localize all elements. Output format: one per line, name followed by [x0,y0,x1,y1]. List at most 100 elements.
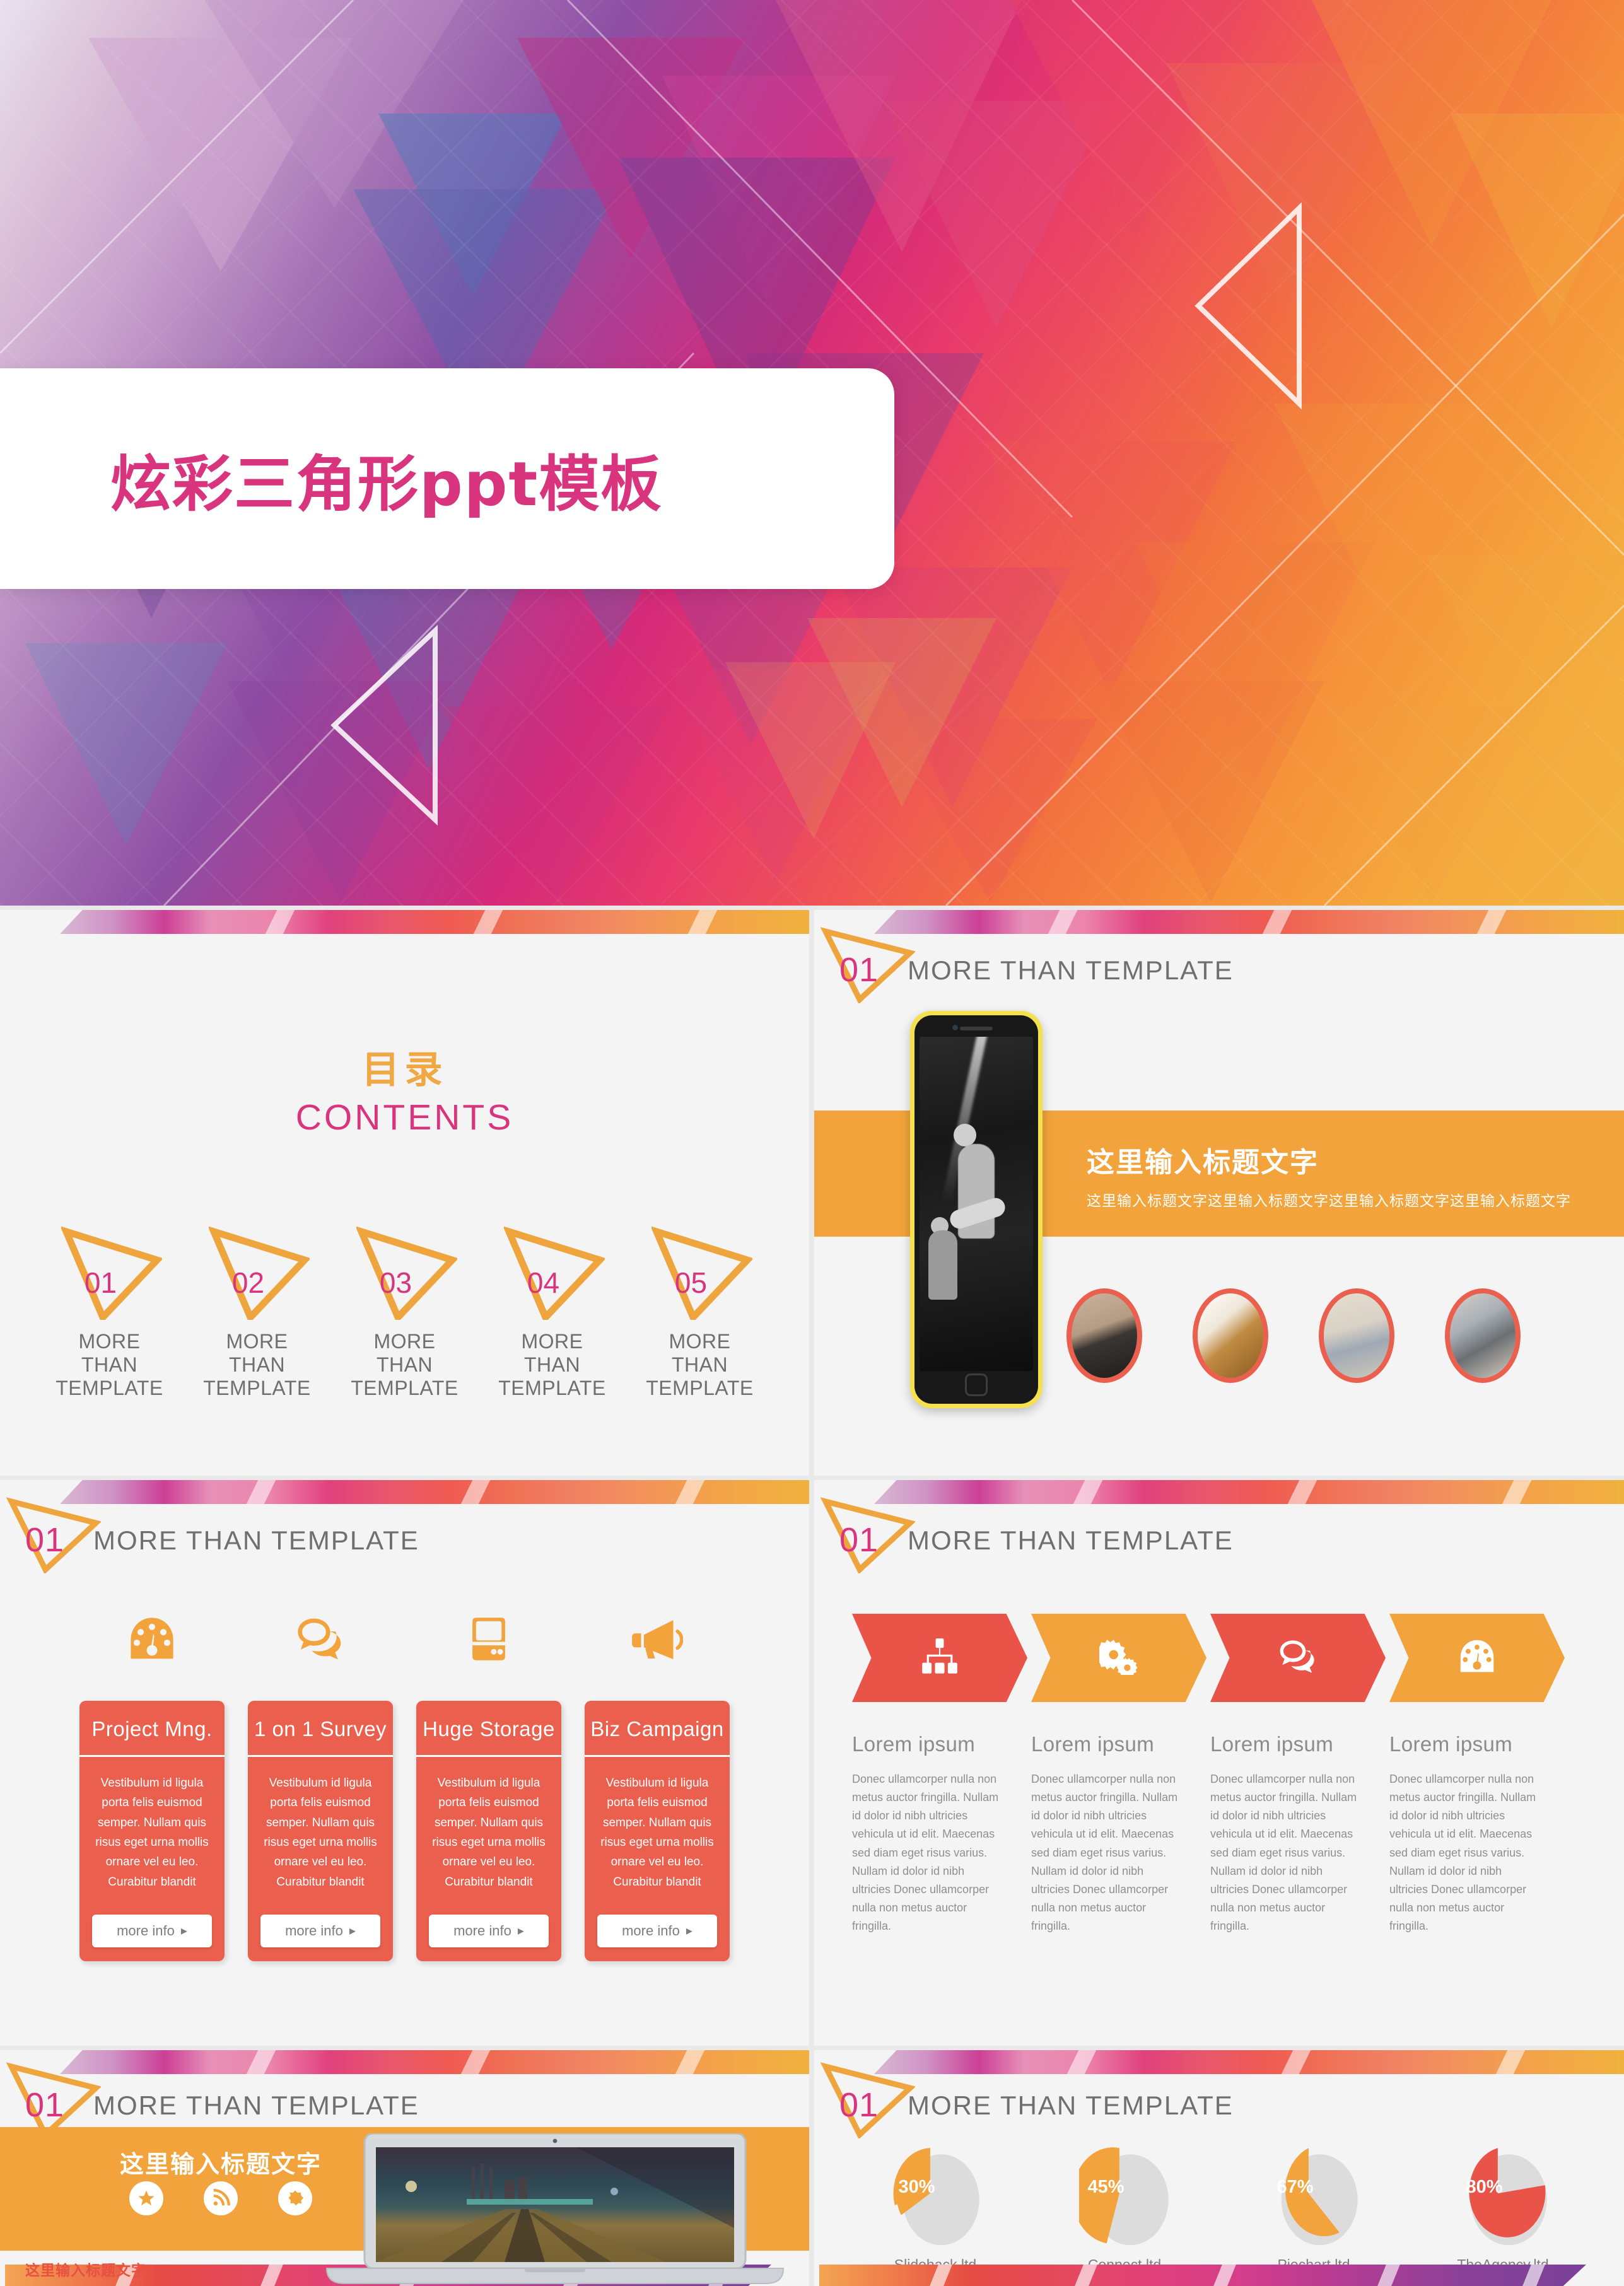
magazine-photo-thumbnail[interactable] [1193,1288,1268,1383]
more-info-button[interactable]: more info ▸ [597,1915,717,1948]
slide-number: 01 [25,2086,65,2124]
pie-percent-label: 67% [1276,2177,1314,2197]
gears-icon [1094,1638,1138,1678]
contents-item-number: 03 [379,1266,412,1299]
more-info-button[interactable]: more info ▸ [92,1915,212,1948]
phone-camera [952,1025,958,1030]
chevron-step-3[interactable] [1210,1614,1386,1702]
contents-item-01[interactable]: 01 MORE THAN TEMPLATE [50,1225,170,1400]
contents-item-number: 05 [674,1266,708,1299]
slide-title: MORE THAN TEMPLATE [93,1525,419,1555]
slide-cover: 炫彩三角形ppt模板 [0,0,1624,906]
column-body: Donec ullamcorper nulla non metus auctor… [1210,1773,1357,1933]
contents-item-line1: MORE THAN [669,1330,731,1377]
slide-process-arrows: 01 MORE THAN TEMPLATE Lorem ipsum Donec … [814,1480,1624,2046]
play-circle-icon: ▸ [686,1924,692,1939]
chevron-description-2: Lorem ipsum Donec ullamcorper nulla non … [1031,1732,1184,1935]
chat-bubbles-icon [1278,1638,1317,1678]
star-icon[interactable] [129,2181,163,2215]
column-title: Lorem ipsum [1389,1732,1513,1756]
chevron-step-4[interactable] [1389,1614,1565,1702]
contents-item-line2: TEMPLATE [55,1377,163,1400]
contents-item-05[interactable]: 05 MORE THAN TEMPLATE [640,1225,760,1400]
slide-header: 01 MORE THAN TEMPLATE [0,1497,809,1573]
page-title: 炫彩三角形ppt模板 [110,448,663,520]
column-title: Lorem ipsum [1210,1732,1334,1756]
phone-slide-title: 这里输入标题文字 [1087,1146,1319,1179]
desk-hands-photo-thumbnail[interactable] [1445,1288,1521,1383]
card-body: Vestibulum id ligula porta felis euismod… [95,1776,209,1889]
phone-screen-image [920,1037,1033,1371]
contents-item-line2: TEMPLATE [646,1377,754,1400]
top-decor-strip [814,1480,1624,1504]
contents-item-label: MORE THAN TEMPLATE [345,1330,465,1400]
cover-title-card: 炫彩三角形ppt模板 [0,368,894,589]
card-title: Biz Campaign [585,1701,730,1757]
more-info-button[interactable]: more info ▸ [260,1915,380,1948]
feature-card[interactable]: Huge Storage Vestibulum id ligula porta … [416,1701,561,1962]
card-body: Vestibulum id ligula porta felis euismod… [600,1776,714,1889]
triangle-outline-icon: 05 [640,1225,760,1326]
feature-card[interactable]: Biz Campaign Vestibulum id ligula porta … [585,1701,730,1962]
storage-icon [416,1616,561,1665]
play-circle-icon: ▸ [349,1924,356,1939]
phone-speaker [960,1027,993,1030]
megaphone-icon [585,1616,730,1665]
contents-item-line2: TEMPLATE [498,1377,606,1400]
pie-percent-label: 30% [898,2177,935,2197]
contents-item-04[interactable]: 04 MORE THAN TEMPLATE [493,1225,612,1400]
slide-title: MORE THAN TEMPLATE [93,2091,419,2120]
pie-chart-67: 67% [1268,2142,1360,2249]
contents-item-02[interactable]: 02 MORE THAN TEMPLATE [197,1225,317,1400]
slide-number: 01 [839,2086,879,2124]
contents-item-line1: MORE THAN [78,1330,141,1377]
play-circle-icon: ▸ [180,1924,187,1939]
slide-deck: 炫彩三角形ppt模板 目录 CONTENTS 01 MORE THAN TEMP… [0,0,1624,2286]
rss-icon[interactable] [204,2181,238,2215]
feature-card[interactable]: Project Mng. Vestibulum id ligula porta … [79,1701,225,1962]
contents-item-list: 01 MORE THAN TEMPLATE 02 MORE THAN TEMPL… [0,1225,809,1400]
more-info-button[interactable]: more info ▸ [429,1915,549,1948]
flower-icon[interactable] [278,2181,312,2215]
contents-item-number: 01 [84,1266,117,1299]
contents-item-line1: MORE THAN [521,1330,583,1377]
contents-item-line2: TEMPLATE [351,1377,459,1400]
column-body: Donec ullamcorper nulla non metus auctor… [1389,1773,1536,1933]
chevron-step-1[interactable] [852,1614,1027,1702]
top-decor-strip [0,1480,809,1504]
triangle-outline-icon: 03 [345,1225,465,1326]
card-icon-row [0,1616,809,1665]
slide-title: MORE THAN TEMPLATE [908,955,1234,985]
contents-heading-cn: 目录 [361,1048,448,1092]
feature-card[interactable]: 1 on 1 Survey Vestibulum id ligula porta… [248,1701,393,1962]
slide-number: 01 [839,951,879,989]
chevron-step-2[interactable] [1031,1614,1206,1702]
contents-item-03[interactable]: 03 MORE THAN TEMPLATE [345,1225,465,1400]
slide-cards: 01 MORE THAN TEMPLATE Project Mng. Vesti… [0,1480,809,2046]
bottom-decor-strip [814,2265,1624,2286]
more-info-label: more info [285,1923,343,1939]
slide-header: 01 MORE THAN TEMPLATE [0,2062,809,2138]
photo-thumbnail-row [1066,1288,1521,1383]
card-body: Vestibulum id ligula porta felis euismod… [264,1776,377,1889]
slide-pie-charts: 01 MORE THAN TEMPLATE 30% Slidehack.ltd … [814,2050,1624,2286]
chevron-description-1: Lorem ipsum Donec ullamcorper nulla non … [852,1732,1005,1935]
laptop-photo-thumbnail[interactable] [1319,1288,1394,1383]
slide-phone: 01 MORE THAN TEMPLATE 这里输入标题文字 这里输入标题文字这… [814,910,1624,1476]
phone-slide-subtitle: 这里输入标题文字这里输入标题文字这里输入标题文字这里输入标题文字 [1087,1193,1571,1210]
gauge-icon [79,1616,225,1665]
contents-item-label: MORE THAN TEMPLATE [197,1330,317,1400]
card-title: 1 on 1 Survey [248,1701,393,1757]
pie-chart-45: 45% [1072,2142,1171,2249]
triangle-outline-icon: 02 [197,1225,317,1326]
more-info-label: more info [117,1923,175,1939]
phone-home-button[interactable] [965,1373,988,1396]
pie-percent-label: 80% [1466,2177,1503,2197]
camera-photo-thumbnail[interactable] [1066,1288,1142,1383]
slide-number: 01 [839,1521,879,1559]
contents-heading-en: CONTENTS [295,1097,514,1138]
chevron-description-3: Lorem ipsum Donec ullamcorper nulla non … [1210,1732,1363,1935]
slide-laptop: 01 MORE THAN TEMPLATE 这里输入标题文字 这里输入标题文字 … [0,2050,809,2286]
chevron-description-4: Lorem ipsum Donec ullamcorper nulla non … [1389,1732,1542,1935]
laptop-mockup [315,2132,795,2286]
